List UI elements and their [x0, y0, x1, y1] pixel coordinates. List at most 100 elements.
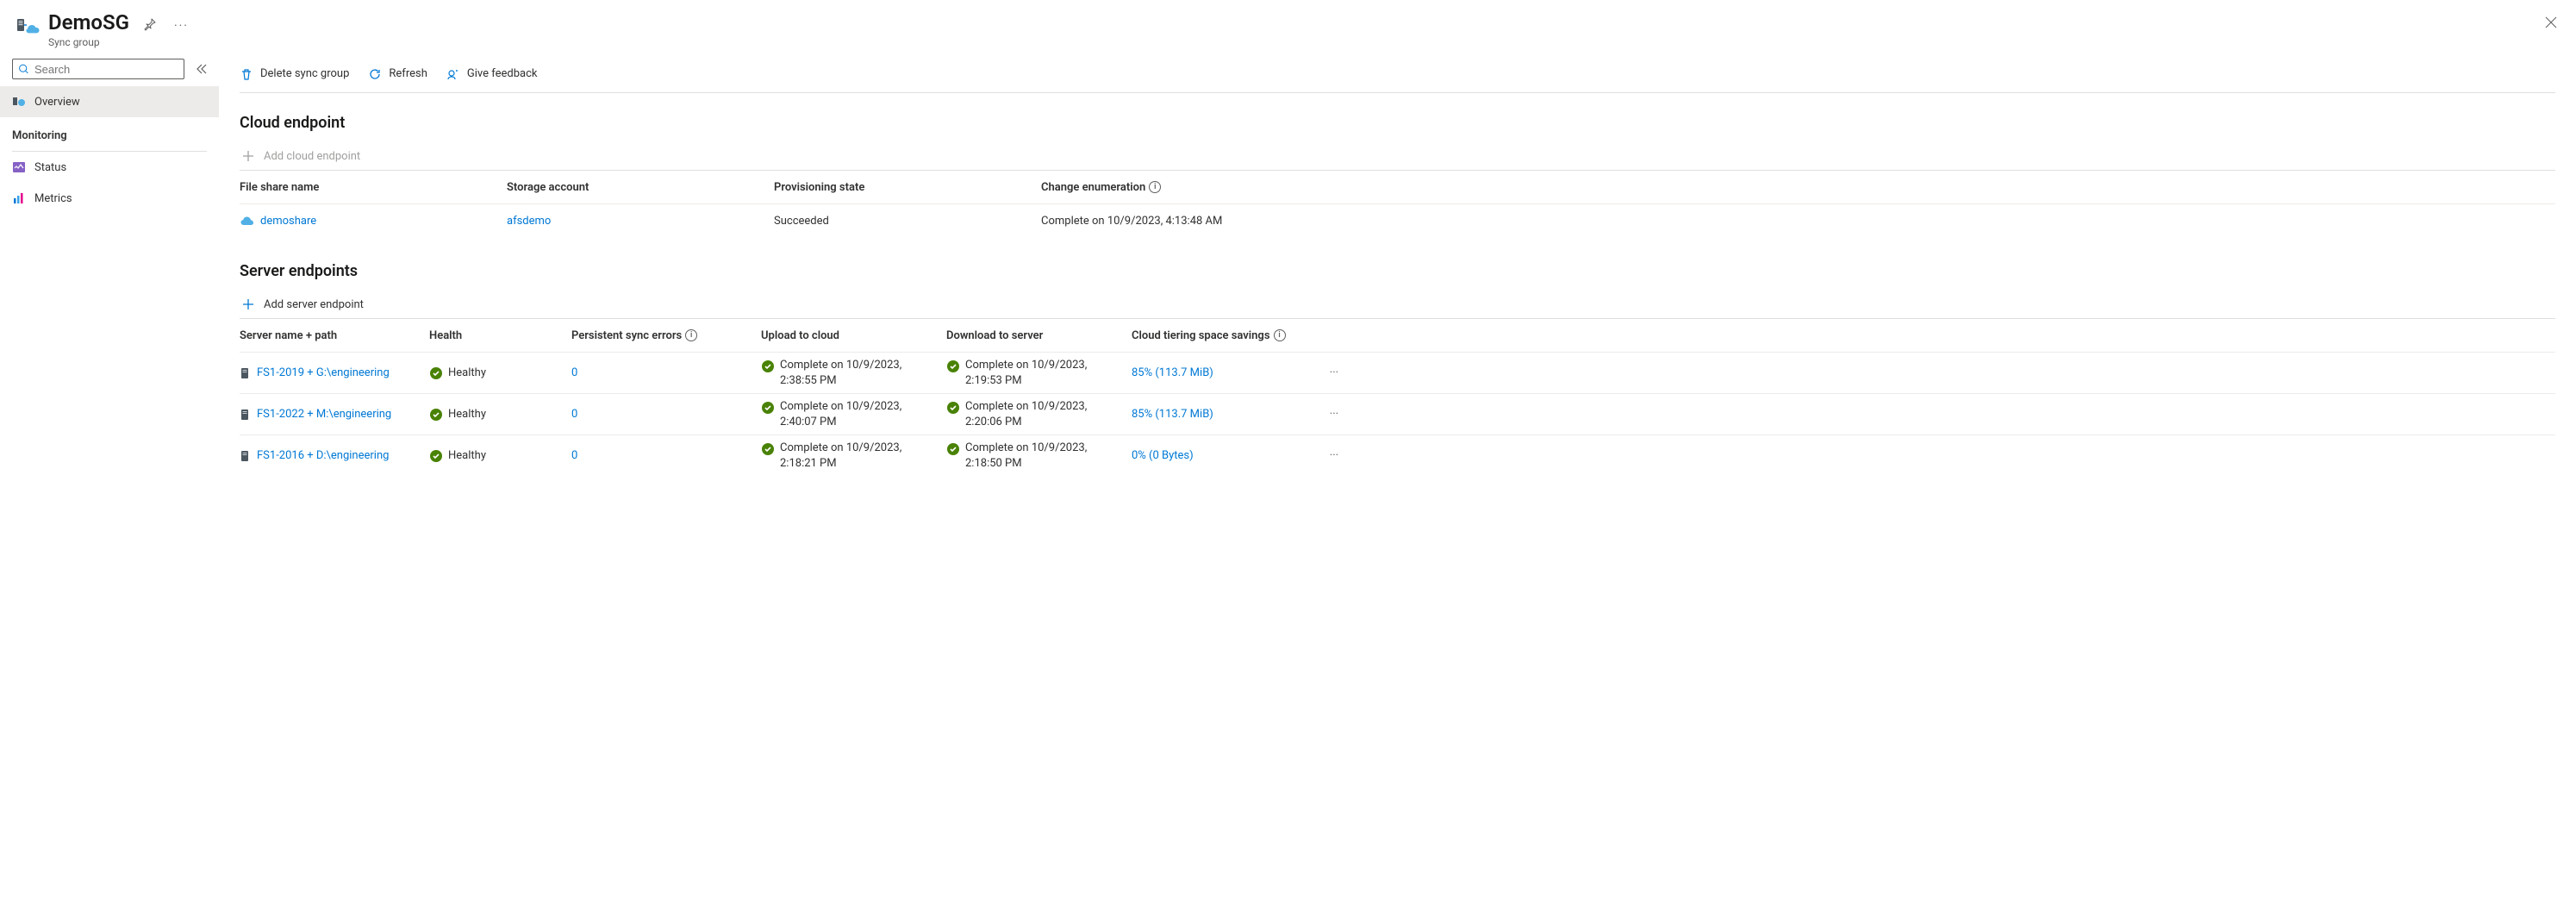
health-ok-icon: [429, 408, 443, 422]
upload-value: 2:18:21 PM: [780, 456, 901, 472]
delete-sync-group-button[interactable]: Delete sync group: [240, 67, 349, 81]
sidebar: Overview Monitoring Status: [0, 55, 219, 919]
sync-group-resource-icon: [16, 14, 40, 38]
file-share-link[interactable]: demoshare: [260, 215, 316, 228]
persistent-errors-link[interactable]: 0: [571, 366, 761, 379]
add-server-endpoint-button[interactable]: Add server endpoint: [240, 294, 2555, 318]
health-value: Healthy: [448, 366, 486, 379]
health-ok-icon: [429, 366, 443, 380]
server-endpoints-table: Server name + path Health Persistent syn…: [240, 318, 2555, 476]
row-more-icon[interactable]: ···: [1313, 408, 1338, 421]
server-endpoint-link[interactable]: FS1-2022 + M:\engineering: [257, 408, 391, 421]
download-value: 2:19:53 PM: [965, 373, 1087, 389]
sidebar-item-label: Status: [34, 161, 66, 174]
give-feedback-button[interactable]: Give feedback: [446, 67, 538, 81]
download-value: Complete on 10/9/2023,: [965, 358, 1087, 373]
status-ok-icon: [761, 401, 775, 415]
server-icon: [240, 450, 252, 462]
col-change-enumeration: Change enumeration i: [1041, 181, 2555, 194]
close-icon[interactable]: [2545, 16, 2557, 32]
status-ok-icon: [946, 401, 960, 415]
health-value: Healthy: [448, 408, 486, 421]
col-file-share: File share name: [240, 181, 507, 194]
overview-icon: [12, 95, 26, 109]
row-more-icon[interactable]: ···: [1313, 449, 1338, 462]
tool-label: Give feedback: [467, 67, 538, 80]
info-icon[interactable]: i: [1274, 329, 1286, 341]
upload-value: Complete on 10/9/2023,: [780, 358, 901, 373]
table-header: Server name + path Health Persistent syn…: [240, 319, 2555, 352]
cloud-endpoint-section-title: Cloud endpoint: [240, 114, 2555, 132]
table-row: FS1-2019 + G:\engineering Healthy 0 Comp…: [240, 352, 2555, 393]
info-icon[interactable]: i: [1149, 181, 1161, 193]
sidebar-search[interactable]: [12, 59, 184, 79]
page-title: DemoSG: [48, 10, 129, 34]
server-endpoint-link[interactable]: FS1-2016 + D:\engineering: [257, 449, 389, 462]
status-ok-icon: [946, 442, 960, 456]
cloud-endpoint-table: File share name Storage account Provisio…: [240, 170, 2555, 238]
col-persistent-errors: Persistent sync errors i: [571, 329, 761, 342]
download-value: Complete on 10/9/2023,: [965, 399, 1087, 415]
add-link-label: Add cloud endpoint: [264, 150, 360, 163]
refresh-icon: [368, 67, 382, 81]
page-header: DemoSG Sync group ···: [0, 0, 2576, 55]
persistent-errors-link[interactable]: 0: [571, 408, 761, 421]
server-icon: [240, 409, 252, 421]
upload-value: 2:40:07 PM: [780, 415, 901, 430]
change-enumeration-value: Complete on 10/9/2023, 4:13:48 AM: [1041, 215, 2555, 228]
collapse-sidebar-icon[interactable]: [195, 63, 207, 75]
table-header: File share name Storage account Provisio…: [240, 171, 2555, 203]
col-health: Health: [429, 329, 571, 342]
health-value: Healthy: [448, 449, 486, 462]
download-value: 2:18:50 PM: [965, 456, 1087, 472]
col-server-name-path: Server name + path: [240, 329, 429, 342]
status-icon: [12, 160, 26, 174]
sidebar-item-metrics[interactable]: Metrics: [0, 183, 219, 214]
row-more-icon[interactable]: ···: [1313, 366, 1338, 379]
server-endpoint-link[interactable]: FS1-2019 + G:\engineering: [257, 366, 390, 379]
sidebar-section-monitoring: Monitoring: [0, 117, 219, 147]
storage-account-link[interactable]: afsdemo: [507, 215, 774, 228]
refresh-button[interactable]: Refresh: [368, 67, 427, 81]
info-icon[interactable]: i: [685, 329, 697, 341]
cloud-share-icon: [240, 216, 255, 228]
add-cloud-endpoint-button: Add cloud endpoint: [240, 146, 2555, 170]
add-link-label: Add server endpoint: [264, 298, 364, 311]
download-value: 2:20:06 PM: [965, 415, 1087, 430]
col-storage-account: Storage account: [507, 181, 774, 194]
tiering-link[interactable]: 0% (0 Bytes): [1132, 449, 1313, 462]
plus-icon: [241, 297, 255, 311]
sidebar-item-overview[interactable]: Overview: [0, 86, 219, 117]
upload-value: Complete on 10/9/2023,: [780, 399, 901, 415]
search-input[interactable]: [29, 63, 178, 76]
download-value: Complete on 10/9/2023,: [965, 441, 1087, 456]
col-provisioning-state: Provisioning state: [774, 181, 1041, 194]
col-tiering: Cloud tiering space savings i: [1132, 329, 1313, 342]
tiering-link[interactable]: 85% (113.7 MiB): [1132, 408, 1313, 421]
delete-icon: [240, 67, 253, 81]
table-row: FS1-2016 + D:\engineering Healthy 0 Comp…: [240, 434, 2555, 476]
more-icon[interactable]: ···: [174, 19, 189, 33]
persistent-errors-link[interactable]: 0: [571, 449, 761, 462]
page-subtitle: Sync group: [48, 36, 129, 48]
search-icon: [18, 63, 29, 75]
status-ok-icon: [761, 442, 775, 456]
col-download: Download to server: [946, 329, 1132, 342]
command-bar: Delete sync group Refresh Give feedback: [240, 55, 2555, 93]
table-row: demoshare afsdemo Succeeded Complete on …: [240, 203, 2555, 238]
tool-label: Delete sync group: [260, 67, 349, 80]
metrics-icon: [12, 191, 26, 205]
upload-value: Complete on 10/9/2023,: [780, 441, 901, 456]
tool-label: Refresh: [389, 67, 427, 80]
sidebar-item-status[interactable]: Status: [0, 152, 219, 183]
server-icon: [240, 367, 252, 379]
main-content: Delete sync group Refresh Give feedback: [219, 55, 2576, 919]
upload-value: 2:38:55 PM: [780, 373, 901, 389]
plus-icon: [241, 149, 255, 163]
sidebar-item-label: Metrics: [34, 192, 72, 205]
table-row: FS1-2022 + M:\engineering Healthy 0 Comp…: [240, 393, 2555, 434]
pin-icon[interactable]: [143, 17, 157, 34]
tiering-link[interactable]: 85% (113.7 MiB): [1132, 366, 1313, 379]
col-upload: Upload to cloud: [761, 329, 946, 342]
status-ok-icon: [761, 359, 775, 373]
